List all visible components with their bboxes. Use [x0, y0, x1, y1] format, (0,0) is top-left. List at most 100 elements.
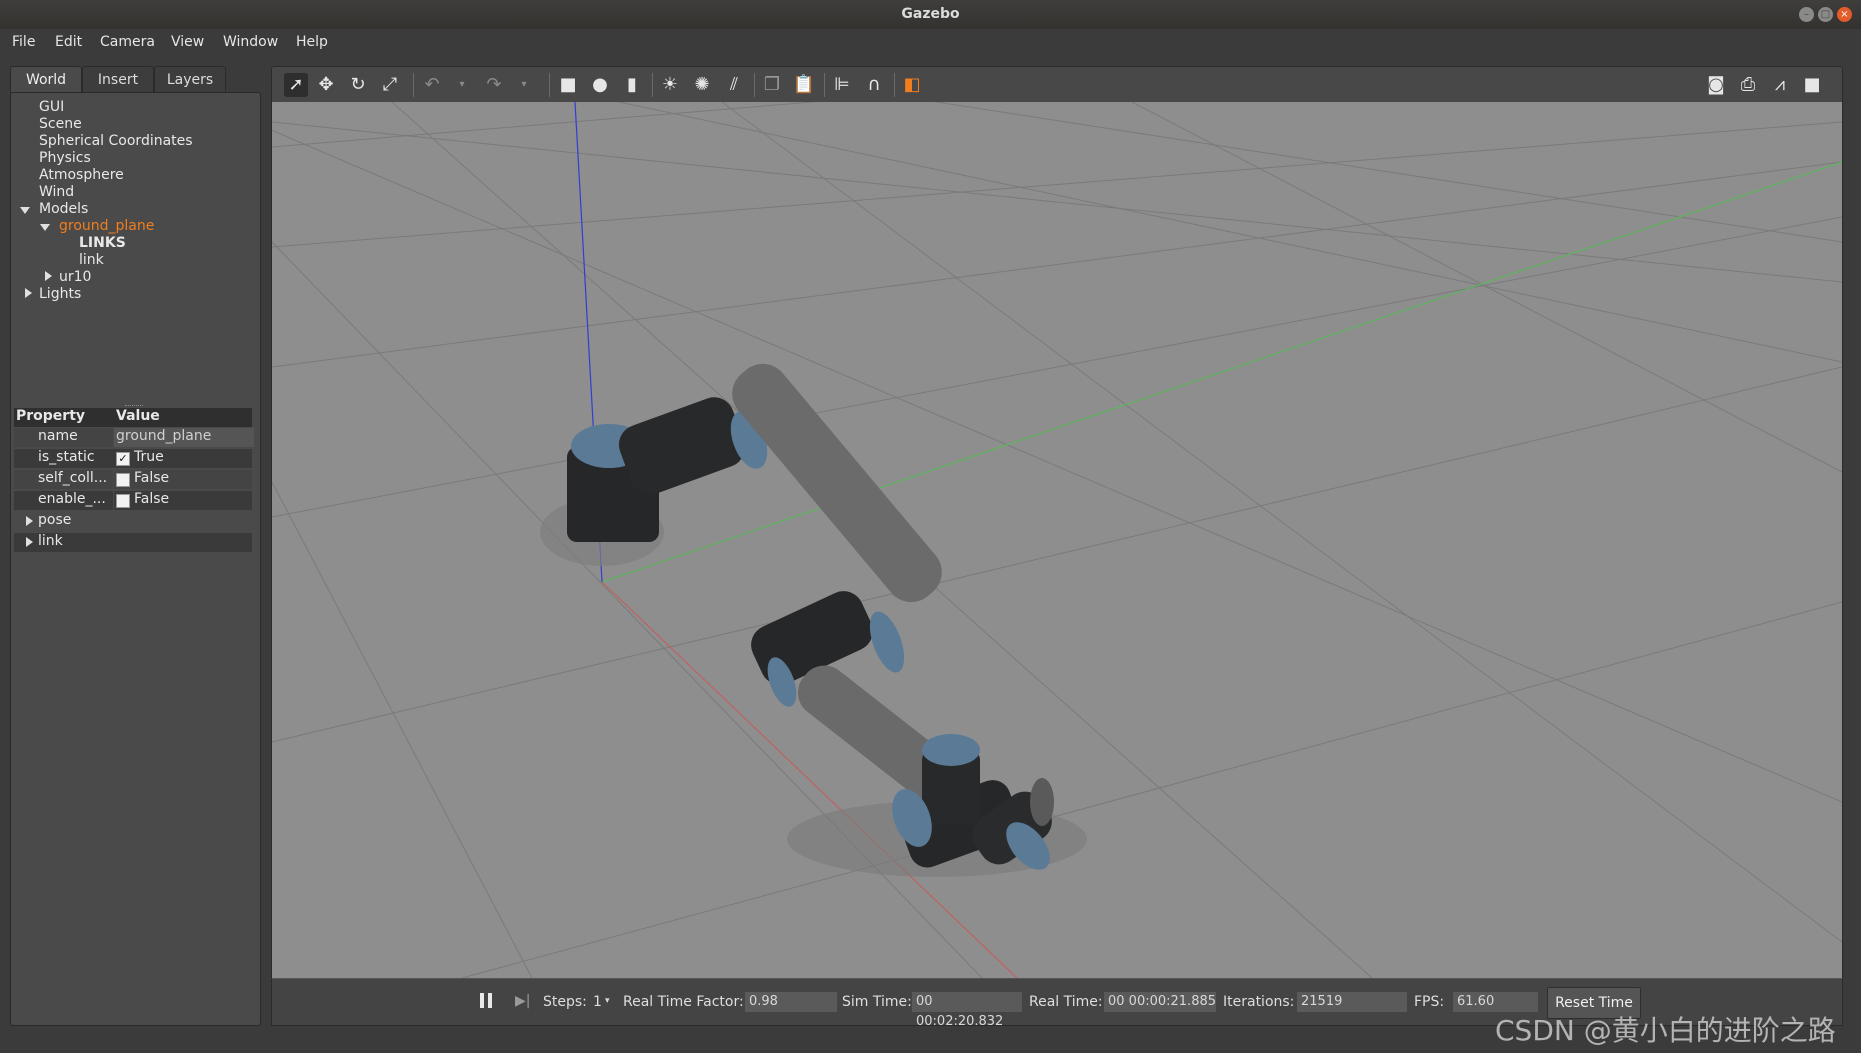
pause-icon[interactable]: [478, 991, 494, 1011]
tree-ur10[interactable]: ur10: [59, 269, 91, 285]
view-angle-icon[interactable]: ◧: [900, 73, 924, 97]
menu-window[interactable]: Window: [223, 34, 278, 50]
translate-icon[interactable]: ✥: [314, 73, 338, 97]
sim-time-label: Sim Time:: [842, 994, 912, 1010]
property-value[interactable]: ground_plane: [114, 428, 254, 447]
undo-icon[interactable]: ↶: [420, 73, 444, 97]
copy-icon[interactable]: ❐: [760, 73, 784, 97]
tree-scene[interactable]: Scene: [39, 116, 82, 132]
enable-wind-checkbox[interactable]: [116, 494, 130, 508]
scale-icon[interactable]: ⤢: [378, 73, 402, 97]
toolbar-separator: [549, 73, 550, 97]
property-value: False: [134, 470, 170, 486]
property-row-link[interactable]: link: [14, 533, 252, 552]
property-value-cell: False: [114, 470, 252, 489]
tree-wind[interactable]: Wind: [39, 184, 74, 200]
property-key: pose: [38, 512, 72, 528]
scene-viewport[interactable]: [271, 102, 1843, 978]
property-value-cell: ✓ True: [114, 449, 252, 468]
plot-icon[interactable]: ⩘: [1768, 73, 1792, 97]
expand-pose-icon[interactable]: [26, 516, 33, 526]
directional-light-icon[interactable]: ⫽: [722, 73, 746, 97]
expand-link-icon[interactable]: [26, 537, 33, 547]
ur10-robot[interactable]: [540, 353, 1087, 877]
property-value: False: [134, 491, 170, 507]
redo-history-icon[interactable]: ▾: [512, 73, 536, 97]
point-light-icon[interactable]: ☀: [658, 73, 682, 97]
property-row-name[interactable]: name ground_plane: [14, 428, 254, 447]
menu-camera[interactable]: Camera: [100, 34, 155, 50]
steps-dropdown-icon[interactable]: ▾: [605, 996, 610, 1006]
expand-ur10-icon[interactable]: [45, 271, 52, 281]
toolbar-separator: [413, 73, 414, 97]
tree-ground-plane[interactable]: ground_plane: [59, 218, 154, 234]
expand-lights-icon[interactable]: [25, 288, 32, 298]
align-icon[interactable]: ⊫: [830, 73, 854, 97]
property-key: name: [14, 428, 113, 447]
tree-atmosphere[interactable]: Atmosphere: [39, 167, 124, 183]
undo-history-icon[interactable]: ▾: [450, 73, 474, 97]
tree-links-header: LINKS: [79, 235, 126, 251]
title-bar: Gazebo – □ ×: [0, 0, 1861, 30]
tree-link[interactable]: link: [79, 252, 104, 268]
toolbar-separator: [754, 73, 755, 97]
step-icon[interactable]: ▶|: [515, 993, 530, 1009]
is-static-checkbox[interactable]: ✓: [116, 452, 130, 466]
toolbar-separator: [894, 73, 895, 97]
property-value-cell: False: [114, 491, 252, 510]
property-key: self_coll...: [14, 470, 113, 489]
box-icon[interactable]: ■: [556, 73, 580, 97]
toolbar-separator: [652, 73, 653, 97]
steps-value[interactable]: 1: [593, 994, 602, 1010]
scene-canvas[interactable]: [272, 102, 1842, 978]
menu-file[interactable]: File: [12, 34, 35, 50]
iterations-label: Iterations:: [1223, 994, 1295, 1010]
iterations-value: 21519: [1297, 992, 1407, 1012]
window-title: Gazebo: [901, 6, 960, 22]
menu-help[interactable]: Help: [296, 34, 328, 50]
select-arrow-icon[interactable]: ➚: [284, 73, 308, 97]
property-row-is-static[interactable]: is_static ✓ True: [14, 449, 252, 468]
real-time-value: 00 00:00:21.885: [1104, 992, 1216, 1012]
tab-world[interactable]: World: [10, 66, 82, 93]
toolbar-separator: [824, 73, 825, 97]
expand-models-icon[interactable]: [20, 207, 30, 214]
redo-icon[interactable]: ↷: [482, 73, 506, 97]
tree-physics[interactable]: Physics: [39, 150, 91, 166]
close-icon[interactable]: ×: [1837, 7, 1852, 22]
property-key: is_static: [14, 449, 113, 468]
property-row-enable-wind[interactable]: enable_... False: [14, 491, 252, 510]
property-row-self-collide[interactable]: self_coll... False: [14, 470, 252, 489]
steps-label: Steps:: [543, 994, 587, 1010]
menu-bar: File Edit Camera View Window Help: [0, 29, 1861, 56]
rtf-label: Real Time Factor:: [623, 994, 744, 1010]
tree-gui[interactable]: GUI: [39, 99, 64, 115]
rotate-icon[interactable]: ↻: [346, 73, 370, 97]
paste-icon[interactable]: 📋: [792, 73, 816, 97]
minimize-icon[interactable]: –: [1799, 7, 1814, 22]
menu-view[interactable]: View: [171, 34, 204, 50]
screenshot-icon[interactable]: ◙: [1704, 73, 1728, 97]
log-icon[interactable]: ⎙: [1736, 73, 1760, 97]
spot-light-icon[interactable]: ✺: [690, 73, 714, 97]
watermark: CSDN @黄小白的进阶之路: [1495, 1014, 1836, 1047]
rtf-value: 0.98: [745, 992, 837, 1012]
tab-insert[interactable]: Insert: [82, 66, 154, 93]
self-collide-checkbox[interactable]: [116, 473, 130, 487]
y-axis-line: [601, 161, 1842, 583]
tree-spherical-coordinates[interactable]: Spherical Coordinates: [39, 133, 193, 149]
expand-ground-plane-icon[interactable]: [40, 224, 50, 231]
toolbar: ➚ ✥ ↻ ⤢ ↶ ▾ ↷ ▾ ■ ● ▮ ☀ ✺ ⫽ ❐ 📋 ⊫ ∩ ◧ ◙ …: [271, 66, 1843, 104]
real-time-label: Real Time:: [1029, 994, 1103, 1010]
sphere-icon[interactable]: ●: [588, 73, 612, 97]
tree-models[interactable]: Models: [39, 201, 88, 217]
sim-time-value: 00 00:02:20.832: [912, 992, 1022, 1029]
tab-layers[interactable]: Layers: [154, 66, 226, 93]
maximize-icon[interactable]: □: [1818, 7, 1833, 22]
menu-edit[interactable]: Edit: [55, 34, 82, 50]
property-row-pose[interactable]: pose: [14, 512, 252, 531]
tree-lights[interactable]: Lights: [39, 286, 81, 302]
snap-icon[interactable]: ∩: [862, 73, 886, 97]
record-video-icon[interactable]: ■: [1800, 73, 1824, 97]
cylinder-icon[interactable]: ▮: [620, 73, 644, 97]
